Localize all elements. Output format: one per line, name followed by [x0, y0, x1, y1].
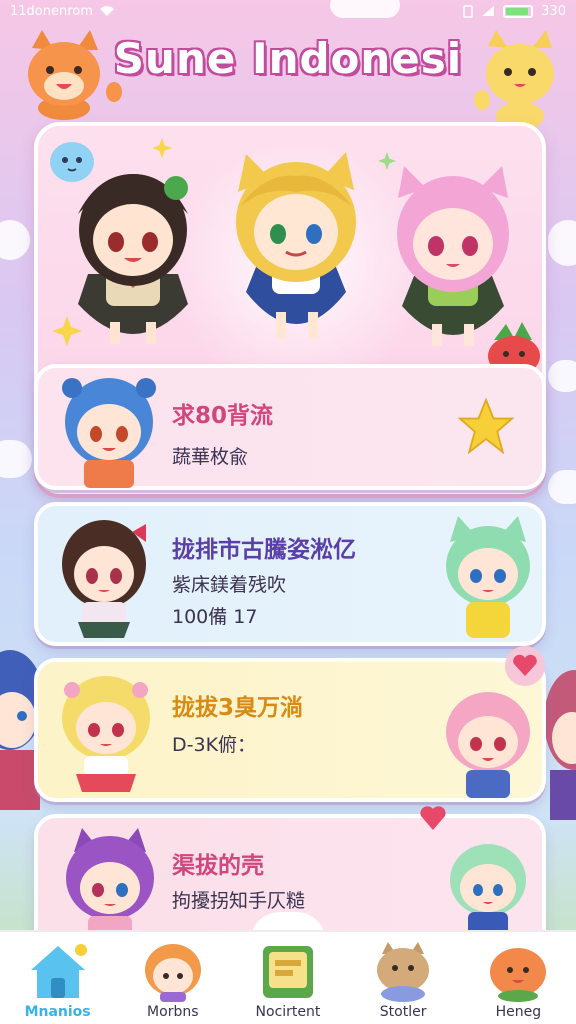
signal-icon [482, 6, 495, 16]
card-1-title: 求80背流 [172, 403, 274, 429]
status-left: 11donenrom [10, 4, 115, 19]
bottom-nav: Mnanios Morbns Nocirtent Stotler Heneg [0, 930, 576, 1024]
sparkle-icon [378, 152, 396, 170]
heart-bubble-icon [505, 646, 545, 686]
card-4-title: 渠拔的壳 [172, 853, 264, 879]
nav-label-home: Mnanios [24, 1004, 91, 1020]
home-icon [30, 944, 87, 998]
nav-label-stotler: Stotler [379, 1004, 427, 1020]
nav-item-home[interactable]: Mnanios [3, 932, 113, 1020]
sim-icon [463, 4, 473, 18]
status-right: 330 [463, 4, 566, 19]
chibi-blue-hair-icon [62, 378, 156, 488]
cloud-decoration [0, 220, 30, 260]
chibi-yellow-hair-icon [62, 676, 150, 792]
status-bar: 11donenrom 330 [0, 0, 576, 22]
book-icon [262, 946, 313, 998]
card-3-title: 拢拔3臭万淌 [172, 695, 304, 721]
nav-label-characters: Morbns [147, 1004, 199, 1020]
cloud-decoration [0, 440, 32, 478]
card-3-subtitle: D-3K俯： [172, 734, 257, 756]
nav-label-heneg: Heneg [495, 1004, 542, 1020]
nav-item-stotler[interactable]: Stotler [348, 932, 458, 1020]
cloud-decoration [548, 220, 576, 266]
list-card-2[interactable]: 拢排市古騰姿淞亿 紫床鎂着残吹 100備 17 [34, 502, 546, 646]
card-2-title: 拢排市古騰姿淞亿 [172, 537, 356, 563]
mascot-icon [490, 948, 547, 1002]
chibi-peach-hair-icon [446, 692, 530, 798]
card-2-subtitle: 紫床鎂着残吹 [172, 574, 287, 596]
nav-item-content[interactable]: Nocirtent [233, 932, 343, 1020]
card-1-subtitle: 蔬華枚兪 [172, 446, 249, 468]
chibi-mint-hair-icon [450, 844, 526, 936]
nav-item-heneg[interactable]: Heneg [463, 932, 573, 1020]
star-icon[interactable] [458, 398, 514, 454]
card-2-meta: 100備 17 [172, 606, 258, 628]
chibi-blonde-icon [236, 152, 356, 338]
chibi-green-hair-icon [446, 516, 530, 638]
pet-icon [377, 942, 430, 1002]
cloud-decoration [330, 0, 400, 18]
cloud-decoration [548, 470, 576, 504]
battery-text: 330 [541, 3, 566, 19]
list-card-1[interactable]: 求80背流 蔬華枚兪 [34, 364, 546, 490]
nav-label-content: Nocirtent [255, 1004, 321, 1020]
carrier-text: 11donenrom [10, 3, 93, 19]
list-card-3[interactable]: 拢拔3臭万淌 D-3K俯： [34, 646, 546, 802]
nav-item-characters[interactable]: Morbns [118, 932, 228, 1020]
sparkle-icon [152, 138, 172, 158]
fox-mascot-icon [28, 30, 122, 120]
character-icon [144, 944, 201, 1002]
card-4-subtitle: 拘擾拐知手仄糙 [172, 890, 306, 912]
sparkle-icon [52, 316, 82, 346]
battery-icon [503, 4, 534, 18]
heart-icon [420, 806, 446, 830]
cloud-decoration [548, 360, 576, 392]
cat-mascot-icon [474, 30, 554, 130]
wifi-icon [99, 6, 114, 16]
chibi-purple-hair-icon [66, 828, 154, 942]
chibi-brown-hair-icon [62, 520, 146, 638]
